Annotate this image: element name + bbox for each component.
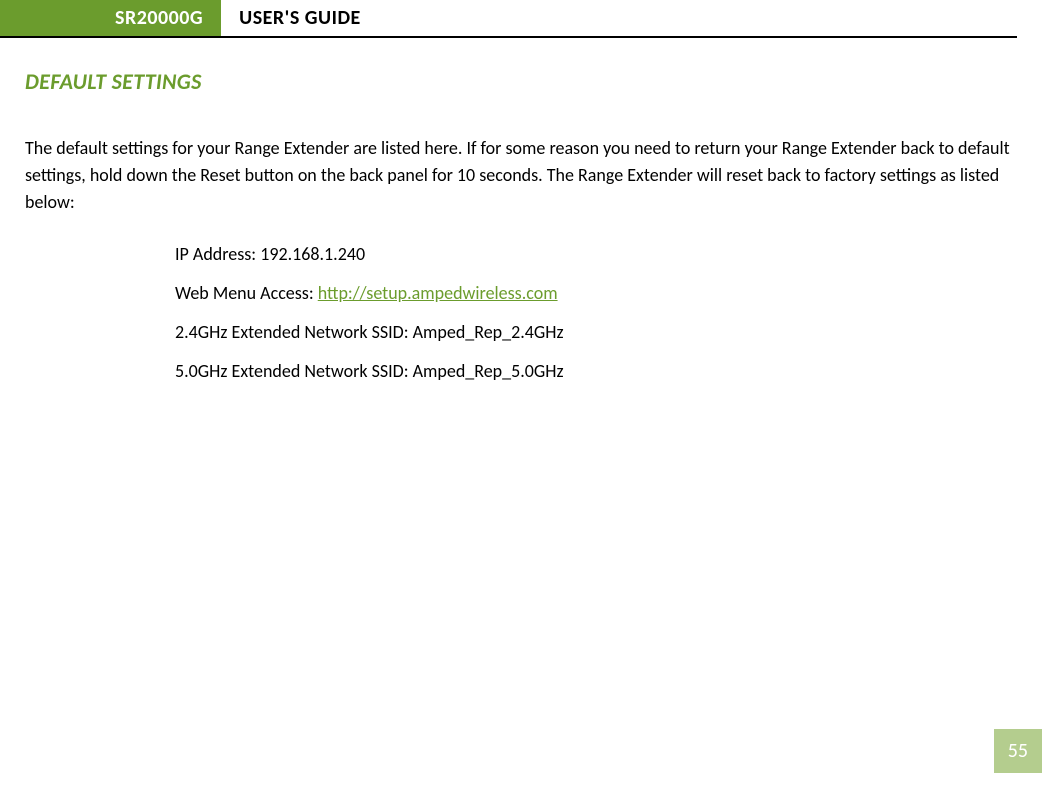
setting-value: Amped_Rep_2.4GHz [413, 321, 564, 343]
header-bar: SR20000G USER'S GUIDE [0, 0, 1017, 38]
web-menu-link[interactable]: http://setup.ampedwireless.com [318, 282, 558, 304]
setting-label: 5.0GHz Extended Network SSID: [175, 360, 413, 382]
product-code-badge: SR20000G [0, 0, 221, 36]
setting-web-menu: Web Menu Access: http://setup.ampedwirel… [175, 280, 1017, 307]
setting-label: IP Address: [175, 243, 260, 265]
intro-paragraph: The default settings for your Range Exte… [25, 135, 1017, 216]
setting-value: Amped_Rep_5.0GHz [413, 360, 564, 382]
setting-ssid-50ghz: 5.0GHz Extended Network SSID: Amped_Rep_… [175, 358, 1017, 385]
setting-ssid-24ghz: 2.4GHz Extended Network SSID: Amped_Rep_… [175, 319, 1017, 346]
setting-label: 2.4GHz Extended Network SSID: [175, 321, 413, 343]
page-content: DEFAULT SETTINGS The default settings fo… [0, 38, 1042, 385]
setting-ip-address: IP Address: 192.168.1.240 [175, 241, 1017, 268]
settings-list: IP Address: 192.168.1.240 Web Menu Acces… [25, 241, 1017, 385]
section-heading: DEFAULT SETTINGS [25, 68, 1017, 95]
setting-label: Web Menu Access: [175, 282, 318, 304]
document-title: USER'S GUIDE [221, 6, 361, 30]
page-number: 55 [994, 729, 1042, 773]
setting-value: 192.168.1.240 [260, 243, 365, 265]
